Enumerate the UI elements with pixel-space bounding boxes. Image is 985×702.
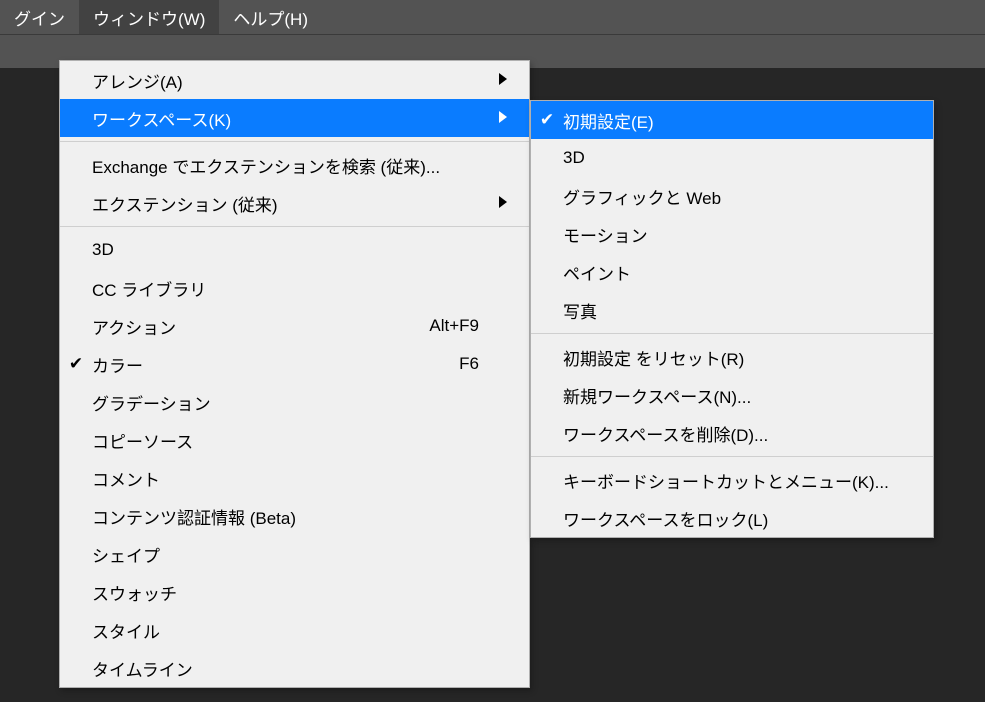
menuitem-label: 初期設定(E) — [563, 108, 911, 133]
menuitem-label: 新規ワークスペース(N)... — [563, 383, 911, 408]
menuitem-label: アレンジ(A) — [92, 68, 479, 93]
workspace-delete[interactable]: ワークスペースを削除(D)... — [531, 414, 933, 452]
menuitem-label: コンテンツ認証情報 (Beta) — [92, 504, 479, 529]
workspace-painting[interactable]: ペイント — [531, 253, 933, 291]
menu-label: グイン — [14, 5, 65, 30]
menuitem-swatches[interactable]: スウォッチ — [60, 573, 529, 611]
menuitem-label: Exchange でエクステンションを検索 (従来)... — [92, 153, 479, 178]
menu-help[interactable]: ヘルプ(H) — [219, 0, 322, 34]
menuitem-label: シェイプ — [92, 542, 479, 567]
menu-plugin[interactable]: グイン — [0, 0, 79, 34]
menuitem-label: 3D — [563, 148, 911, 168]
menu-window[interactable]: ウィンドウ(W) — [79, 0, 219, 34]
workspace-lock[interactable]: ワークスペースをロック(L) — [531, 499, 933, 537]
menuitem-label: ワークスペースを削除(D)... — [563, 421, 911, 446]
menuitem-timeline[interactable]: タイムライン — [60, 649, 529, 687]
menuitem-label: 3D — [92, 240, 479, 260]
menuitem-label: ワークスペース(K) — [92, 106, 479, 131]
menuitem-shapes[interactable]: シェイプ — [60, 535, 529, 573]
menuitem-label: スウォッチ — [92, 580, 479, 605]
menuitem-color[interactable]: ✔ カラー F6 — [60, 345, 529, 383]
menuitem-exchange-search[interactable]: Exchange でエクステンションを検索 (従来)... — [60, 146, 529, 184]
workspace-reset[interactable]: 初期設定 をリセット(R) — [531, 338, 933, 376]
menuitem-label: コピーソース — [92, 428, 479, 453]
menuitem-extensions[interactable]: エクステンション (従来) — [60, 184, 529, 222]
checkmark-icon: ✔ — [60, 354, 92, 374]
menuitem-label: エクステンション (従来) — [92, 191, 479, 216]
menuitem-label: コメント — [92, 466, 479, 491]
menuitem-label: モーション — [563, 222, 911, 247]
workspace-shortcuts-menus[interactable]: キーボードショートカットとメニュー(K)... — [531, 461, 933, 499]
menuitem-clone-source[interactable]: コピーソース — [60, 421, 529, 459]
menuitem-workspace[interactable]: ワークスペース(K) — [60, 99, 529, 137]
menuitem-actions[interactable]: アクション Alt+F9 — [60, 307, 529, 345]
menuitem-label: グラフィックと Web — [563, 184, 911, 209]
workspace-3d[interactable]: 3D — [531, 139, 933, 177]
menuitem-comments[interactable]: コメント — [60, 459, 529, 497]
menuitem-label: グラデーション — [92, 390, 479, 415]
menuitem-label: アクション — [92, 314, 405, 339]
menubar: グイン ウィンドウ(W) ヘルプ(H) — [0, 0, 985, 34]
menuitem-content-credentials[interactable]: コンテンツ認証情報 (Beta) — [60, 497, 529, 535]
submenu-arrow-icon — [489, 70, 507, 90]
workspace-photography[interactable]: 写真 — [531, 291, 933, 329]
menuitem-styles[interactable]: スタイル — [60, 611, 529, 649]
menuitem-arrange[interactable]: アレンジ(A) — [60, 61, 529, 99]
menuitem-label: カラー — [92, 352, 435, 377]
menuitem-shortcut: F6 — [459, 354, 479, 374]
workspace-motion[interactable]: モーション — [531, 215, 933, 253]
menuitem-label: キーボードショートカットとメニュー(K)... — [563, 468, 911, 493]
menuitem-3d[interactable]: 3D — [60, 231, 529, 269]
workspace-graphic-web[interactable]: グラフィックと Web — [531, 177, 933, 215]
dropdown-workspace: ✔ 初期設定(E) 3D グラフィックと Web モーション ペイント 写真 初… — [530, 100, 934, 538]
menu-label: ヘルプ(H) — [233, 5, 308, 30]
menu-label: ウィンドウ(W) — [93, 5, 205, 30]
workspace-new[interactable]: 新規ワークスペース(N)... — [531, 376, 933, 414]
menuitem-label: スタイル — [92, 618, 479, 643]
menuitem-label: タイムライン — [92, 656, 479, 681]
submenu-arrow-icon — [489, 193, 507, 213]
menuitem-cc-libraries[interactable]: CC ライブラリ — [60, 269, 529, 307]
menu-separator — [60, 226, 529, 227]
menuitem-label: ペイント — [563, 260, 911, 285]
menu-separator — [531, 456, 933, 457]
menuitem-label: 初期設定 をリセット(R) — [563, 345, 911, 370]
menuitem-label: 写真 — [563, 298, 911, 323]
menu-separator — [531, 333, 933, 334]
menu-separator — [60, 141, 529, 142]
menuitem-label: CC ライブラリ — [92, 276, 479, 301]
checkmark-icon: ✔ — [531, 110, 563, 130]
menuitem-label: ワークスペースをロック(L) — [563, 506, 911, 531]
workspace-default[interactable]: ✔ 初期設定(E) — [531, 101, 933, 139]
menuitem-shortcut: Alt+F9 — [429, 316, 479, 336]
menuitem-gradient[interactable]: グラデーション — [60, 383, 529, 421]
dropdown-window: アレンジ(A) ワークスペース(K) Exchange でエクステンションを検索… — [59, 60, 530, 688]
submenu-arrow-icon — [489, 108, 507, 128]
